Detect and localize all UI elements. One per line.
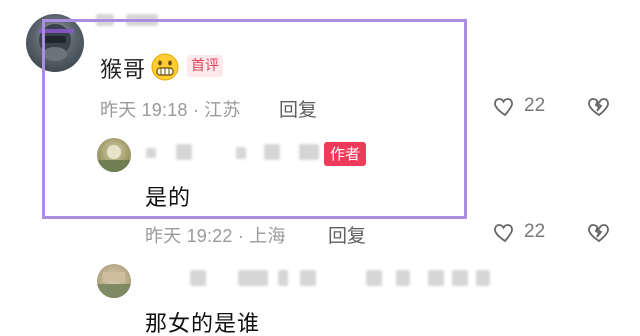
comment-time-location: 昨天 19:22 · 上海 (145, 226, 286, 246)
avatar[interactable] (97, 264, 131, 298)
avatar-image (97, 272, 131, 298)
blurred-username (452, 270, 468, 286)
heart-icon (494, 98, 513, 117)
blurred-username (428, 270, 444, 286)
blurred-username (238, 270, 268, 286)
blurred-username (366, 270, 382, 286)
like-button[interactable]: 22 (492, 94, 572, 118)
avatar[interactable] (97, 138, 131, 172)
blurred-username (299, 144, 319, 160)
author-badge: 作者 (324, 142, 367, 166)
blurred-username (176, 144, 192, 160)
like-count: 22 (524, 221, 546, 242)
blurred-username (300, 270, 316, 286)
blurred-username (190, 270, 206, 286)
blurred-username (264, 144, 280, 160)
comment-text: 是的 (145, 186, 192, 211)
reply-button[interactable]: 回复 (279, 95, 317, 122)
avatar-image (97, 145, 131, 172)
blurred-username (396, 270, 410, 286)
broken-heart-icon[interactable] (586, 94, 612, 118)
blurred-username (236, 147, 246, 159)
blurred-username (278, 270, 288, 286)
broken-heart-icon[interactable] (586, 220, 612, 244)
like-button[interactable]: 22 (492, 220, 572, 244)
like-count: 22 (524, 95, 546, 116)
blurred-username (146, 148, 156, 158)
comment-thread: 猴哥 首评 昨天 19:18 · 江苏 回复 22 作者 是的 昨天 19:22… (0, 0, 640, 336)
comment-text: 那女的是谁 (145, 312, 261, 336)
comment-username[interactable]: 猴哥 (100, 52, 146, 84)
comment-time-location: 昨天 19:18 · 江苏 (100, 100, 241, 120)
heart-icon (494, 224, 513, 243)
grinning-emoji-icon (150, 52, 180, 82)
first-comment-badge: 首评 (187, 55, 223, 77)
reply-button[interactable]: 回复 (328, 221, 366, 248)
blurred-username (476, 270, 490, 286)
